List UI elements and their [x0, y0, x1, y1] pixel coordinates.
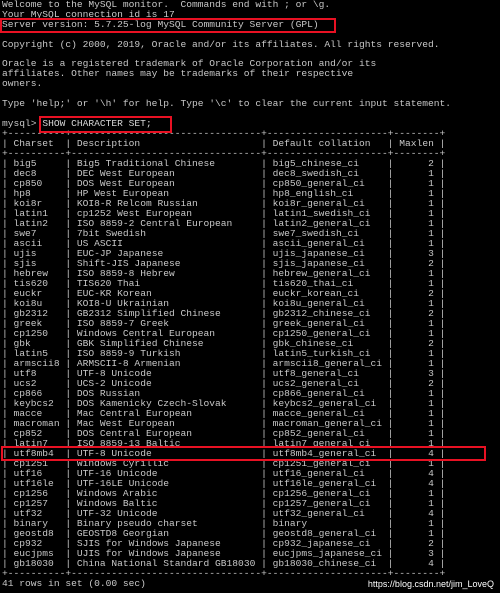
watermark-url: https://blog.csdn.net/jim_LoveQ	[367, 579, 494, 589]
utf8mb4-row-highlight	[1, 446, 486, 461]
copyright-line: Copyright (c) 2000, 2019, Oracle and/or …	[2, 39, 440, 50]
mysql-console[interactable]: Welcome to the MySQL monitor. Commands e…	[0, 0, 500, 593]
help-line: Type 'help;' or '\h' for help. Type '\c'…	[2, 98, 452, 109]
server-version-highlight	[0, 18, 336, 33]
command-highlight	[39, 116, 172, 133]
oracle-notice-line-2: affiliates. Other names may be trademark…	[2, 68, 354, 79]
result-summary: 41 rows in set (0.00 sec)	[2, 578, 146, 589]
oracle-notice-line-3: owners.	[2, 78, 43, 89]
